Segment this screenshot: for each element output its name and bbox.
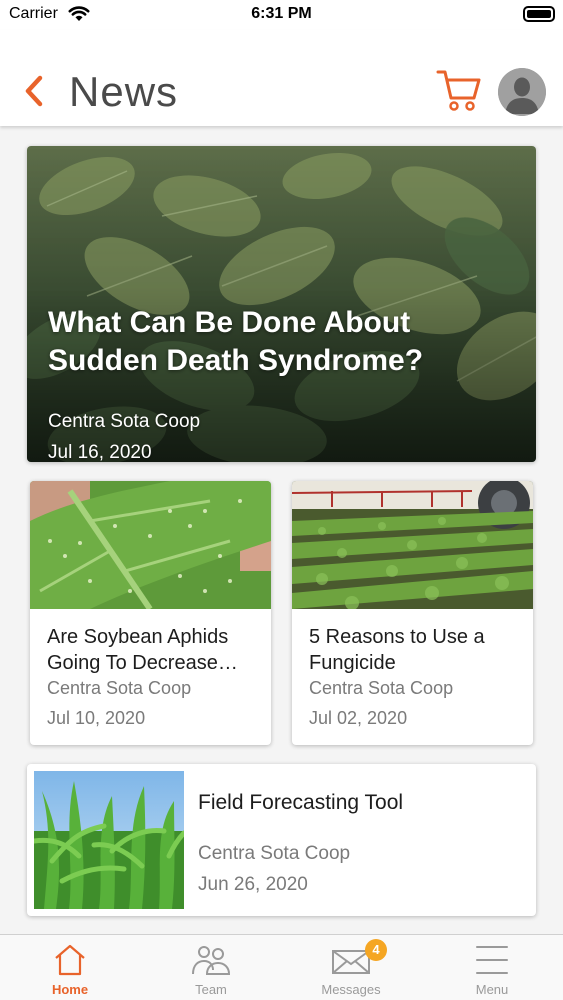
corn-field-image — [34, 771, 184, 909]
article-card[interactable]: Field Forecasting Tool Centra Sota Coop … — [27, 764, 536, 916]
tab-label: Home — [51, 982, 89, 997]
article-source: Centra Sota Coop — [47, 678, 192, 698]
home-icon — [55, 944, 85, 976]
article-date: Jul 10, 2020 — [47, 708, 146, 728]
featured-article-card[interactable]: What Can Be Done About Sudden Death Synd… — [27, 146, 536, 462]
unread-badge: 4 — [365, 939, 387, 961]
tab-home[interactable]: Home — [0, 935, 140, 1000]
team-icon — [192, 946, 231, 975]
article-title: Are Soybean Aphids Going To Decrease… — [47, 626, 238, 674]
article-card[interactable]: 5 Reasons to Use a Fungicide Centra Sota… — [292, 481, 533, 745]
user-avatar-icon[interactable] — [498, 68, 546, 116]
clock: 6:31 PM — [251, 5, 312, 22]
tab-label: Team — [195, 982, 227, 997]
article-date: Jul 02, 2020 — [309, 708, 408, 728]
nav-bar: News — [0, 30, 563, 126]
article-date: Jun 26, 2020 — [198, 874, 308, 895]
tab-bar: Home Team 4 Messages Menu — [0, 934, 563, 1000]
hamburger-icon — [476, 946, 508, 974]
article-source: Centra Sota Coop — [198, 843, 351, 864]
cart-icon[interactable] — [436, 68, 482, 114]
chevron-left-icon[interactable] — [22, 74, 46, 108]
article-title: Field Forecasting Tool — [198, 791, 404, 814]
featured-article-date: Jul 16, 2020 — [48, 442, 152, 462]
article-card[interactable]: Are Soybean Aphids Going To Decrease… Ce… — [30, 481, 271, 745]
news-feed[interactable]: What Can Be Done About Sudden Death Synd… — [0, 126, 563, 934]
featured-article-source: Centra Sota Coop — [48, 411, 201, 432]
tab-team[interactable]: Team — [141, 935, 281, 1000]
status-bar: Carrier 6:31 PM — [0, 0, 563, 30]
page-title: News — [69, 68, 179, 115]
battery-icon — [523, 6, 555, 22]
aphid-leaf-image — [30, 481, 271, 609]
featured-article-title: What Can Be Done About Sudden Death Synd… — [48, 306, 424, 377]
article-source: Centra Sota Coop — [309, 678, 454, 698]
fungicide-sprayer-image — [292, 481, 533, 609]
article-title: 5 Reasons to Use a Fungicide — [309, 626, 485, 674]
tab-label: Messages — [321, 982, 381, 997]
tab-menu[interactable]: Menu — [422, 935, 562, 1000]
tab-messages[interactable]: 4 Messages — [281, 935, 421, 1000]
tab-label: Menu — [475, 982, 509, 997]
